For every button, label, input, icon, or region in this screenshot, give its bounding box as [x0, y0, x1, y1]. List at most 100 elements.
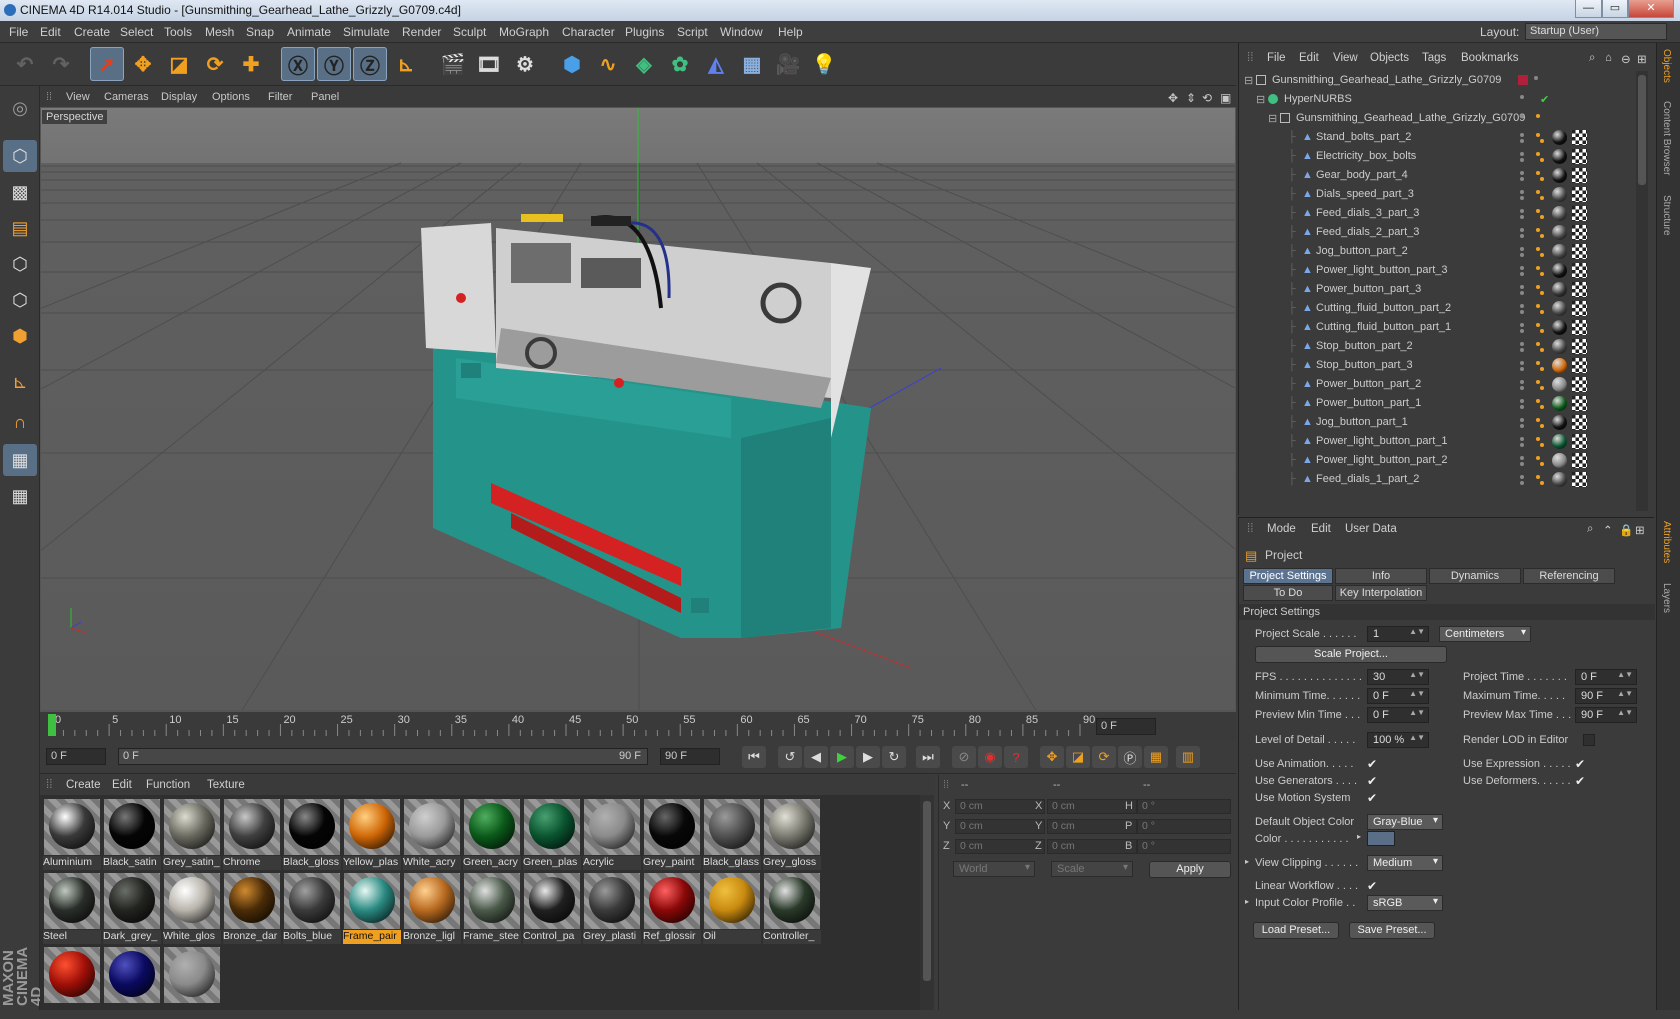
attributes-menu-user-data[interactable]: User Data [1345, 523, 1397, 535]
object-row[interactable]: ├ ▲ Gear_body_part_4 [1240, 166, 1628, 185]
input-color-profile-select[interactable]: sRGB [1367, 895, 1443, 911]
material-tile[interactable]: Black_satin [102, 797, 162, 871]
phong-tag-icon[interactable] [1536, 266, 1540, 270]
render-visibility-dot-icon[interactable] [1520, 234, 1524, 238]
phong-tag-icon[interactable] [1540, 462, 1544, 466]
phong-tag-icon[interactable] [1540, 386, 1544, 390]
bend-spline-icon[interactable]: ∿ [591, 47, 625, 81]
material-tile[interactable]: Ref_glossir [642, 871, 702, 945]
uvw-tag-icon[interactable] [1572, 168, 1587, 183]
maximum-time-field[interactable]: 90 F ▲▼ [1575, 688, 1637, 704]
material-tile[interactable]: Oil [702, 871, 762, 945]
object-row[interactable]: ├ ▲ Feed_dials_2_part_3 [1240, 223, 1628, 242]
object-row[interactable]: ├ ▲ Stand_bolts_part_2 [1240, 128, 1628, 147]
menu-simulate[interactable]: Simulate [343, 25, 390, 39]
side-tab-structure[interactable]: Structure [1661, 195, 1672, 236]
coordinate-mode-select[interactable]: Scale [1051, 861, 1133, 877]
menu-plugins[interactable]: Plugins [625, 25, 664, 39]
save-preset-button[interactable]: Save Preset... [1349, 922, 1435, 939]
material-tile[interactable]: Yellow_plas [342, 797, 402, 871]
use-motion-system-checkbox[interactable]: ✔ [1367, 792, 1379, 804]
objects-menu-view[interactable]: View [1333, 52, 1358, 64]
material-tag-icon[interactable] [1552, 225, 1567, 240]
object-row[interactable]: ├ ▲ Power_button_part_1 [1240, 394, 1628, 413]
render-visibility-dot-icon[interactable] [1520, 348, 1524, 352]
phong-tag-icon[interactable] [1536, 418, 1540, 422]
layout-select[interactable]: Startup (User) [1525, 23, 1667, 40]
make-editable-icon[interactable]: ◎ [3, 92, 37, 124]
phong-tag-icon[interactable] [1540, 329, 1544, 333]
editor-visibility-dot-icon[interactable] [1520, 380, 1524, 384]
x-axis-icon[interactable]: Ⓧ [281, 47, 315, 81]
object-row[interactable]: ├ ▲ Feed_dials_3_part_3 [1240, 204, 1628, 223]
phong-tag-icon[interactable] [1536, 304, 1540, 308]
auto-keying-icon[interactable]: ◉ [978, 746, 1002, 768]
object-row[interactable]: ├ ▲ Feed_dials_1_part_2 [1240, 470, 1628, 489]
object-row[interactable]: ├ ▲ Power_button_part_2 [1240, 375, 1628, 394]
phong-tag-icon[interactable] [1540, 291, 1544, 295]
tab-project-settings[interactable]: Project Settings [1243, 568, 1333, 584]
menu-snap[interactable]: Snap [246, 25, 274, 39]
objects-menu-bookmarks[interactable]: Bookmarks [1461, 52, 1519, 64]
editor-visibility-dot-icon[interactable] [1520, 95, 1524, 99]
editor-visibility-dot-icon[interactable] [1520, 361, 1524, 365]
material-tile[interactable]: Dark_grey_ [102, 871, 162, 945]
playhead[interactable] [48, 714, 56, 736]
render-visibility-dot-icon[interactable] [1520, 139, 1524, 143]
object-row[interactable]: ├ ▲ Cutting_fluid_button_part_2 [1240, 299, 1628, 318]
deformer-icon[interactable]: ◭ [699, 47, 733, 81]
material-tag-icon[interactable] [1552, 339, 1567, 354]
phong-tag-icon[interactable] [1536, 437, 1540, 441]
objects-menu-objects[interactable]: Objects [1370, 52, 1409, 64]
generator-icon[interactable]: ◈ [627, 47, 661, 81]
go-to-end-icon[interactable]: ⏭ [916, 746, 940, 768]
phong-tag-icon[interactable] [1536, 380, 1540, 384]
side-tab-content-browser[interactable]: Content Browser [1661, 101, 1672, 175]
objects-scroll-thumb[interactable] [1638, 75, 1646, 185]
object-row[interactable]: ├ ▲ Jog_button_part_1 [1240, 413, 1628, 432]
object-row[interactable]: ├ ▲ Power_light_button_part_3 [1240, 261, 1628, 280]
minimum-time-field[interactable]: 0 F ▲▼ [1367, 688, 1429, 704]
uvw-tag-icon[interactable] [1572, 225, 1587, 240]
editor-visibility-dot-icon[interactable] [1520, 475, 1524, 479]
load-preset-button[interactable]: Load Preset... [1253, 922, 1339, 939]
editor-visibility-dot-icon[interactable] [1520, 228, 1524, 232]
collapse-icon[interactable]: ⊟ [1268, 112, 1277, 125]
viewport-move-icon[interactable]: ✥ [1168, 91, 1178, 105]
menu-mograph[interactable]: MoGraph [499, 25, 549, 39]
objects-home-icon[interactable]: ⌂ [1605, 52, 1612, 64]
editor-visibility-dot-icon[interactable] [1520, 456, 1524, 460]
cube-icon[interactable]: ⬢ [555, 47, 589, 81]
light-icon[interactable]: 💡 [807, 47, 841, 81]
scale-icon[interactable]: ◪ [162, 47, 196, 81]
phong-tag-icon[interactable] [1540, 158, 1544, 162]
render-visibility-dot-icon[interactable] [1520, 443, 1524, 447]
timeline-window-icon[interactable]: ▥ [1176, 746, 1200, 768]
next-frame-icon[interactable]: ▶ [856, 746, 880, 768]
uvw-tag-icon[interactable] [1572, 472, 1587, 487]
viewport-menu-display[interactable]: Display [161, 91, 197, 103]
material-menu-edit[interactable]: Edit [112, 779, 132, 791]
material-tag-icon[interactable] [1552, 130, 1567, 145]
phong-tag-icon[interactable] [1536, 323, 1540, 327]
current-frame-field[interactable]: 0 F [1096, 718, 1156, 735]
texture-mode-icon[interactable]: ▩ [3, 176, 37, 208]
phong-tag-icon[interactable] [1540, 196, 1544, 200]
object-row[interactable]: ├ ▲ Cutting_fluid_button_part_1 [1240, 318, 1628, 337]
use-generators-checkbox[interactable]: ✔ [1367, 775, 1379, 787]
uvw-tag-icon[interactable] [1572, 263, 1587, 278]
side-tab-layers[interactable]: Layers [1661, 583, 1672, 613]
material-tag-icon[interactable] [1552, 168, 1567, 183]
attributes-lock-icon[interactable]: 🔒 [1619, 523, 1633, 537]
material-tile[interactable]: Chrome [222, 797, 282, 871]
uvw-tag-icon[interactable] [1572, 301, 1587, 316]
undo-icon[interactable]: ↶ [8, 47, 42, 81]
preview-max-time-field[interactable]: 90 F ▲▼ [1575, 707, 1637, 723]
uvw-tag-icon[interactable] [1572, 396, 1587, 411]
material-tag-icon[interactable] [1552, 187, 1567, 202]
material-tag-icon[interactable] [1552, 377, 1567, 392]
color-expand-icon[interactable]: ▸ [1357, 832, 1361, 841]
uvw-tag-icon[interactable] [1572, 377, 1587, 392]
render-visibility-dot-icon[interactable] [1520, 196, 1524, 200]
y-axis-icon[interactable]: Ⓨ [317, 47, 351, 81]
